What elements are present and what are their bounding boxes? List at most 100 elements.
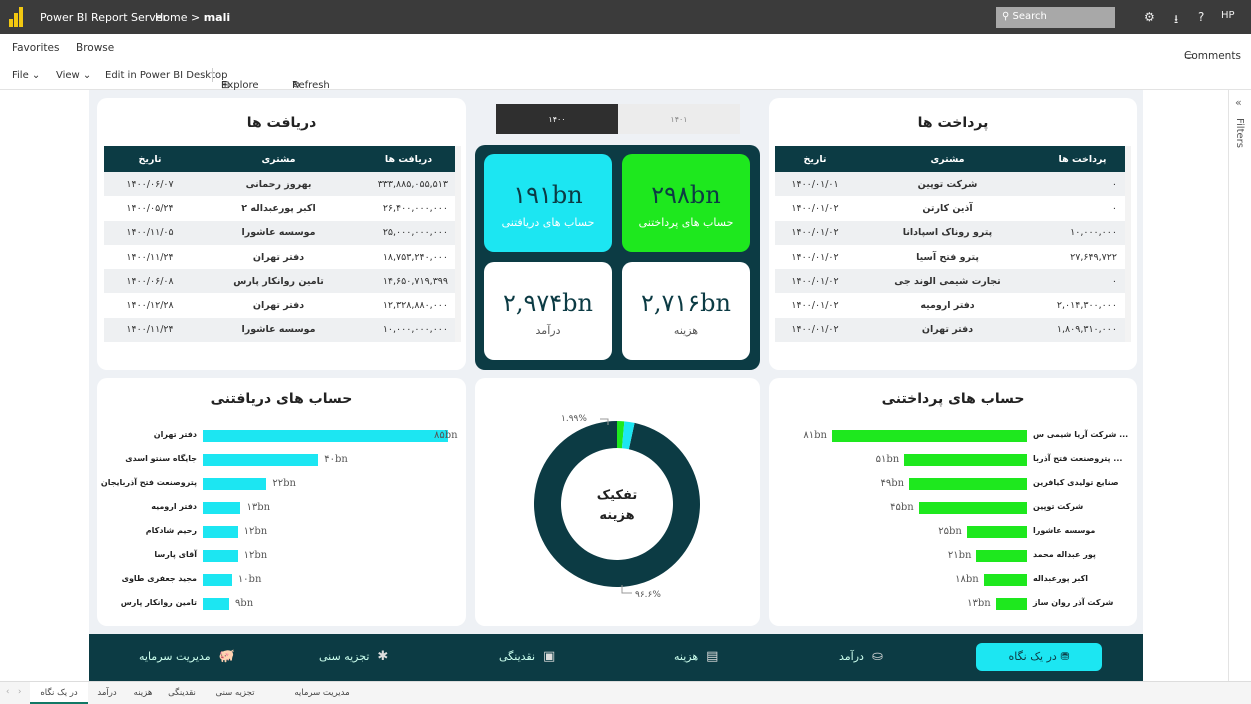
table-row[interactable]: ۱۴۰۰/۰۵/۲۴ اکبر پورعبداله ۲ ۲۶,۴۰۰,۰۰۰,۰۰۰ — [104, 196, 456, 220]
bar[interactable] — [203, 526, 238, 538]
bar[interactable] — [909, 478, 1027, 490]
breadcrumb-home[interactable]: Home — [155, 11, 187, 24]
nav-expense[interactable]: هزینه ▤ — [674, 649, 718, 664]
year-tab-1400[interactable]: ۱۴۰۰ — [496, 104, 618, 134]
table-row[interactable]: ۱۴۰۰/۰۱/۰۱ شرکت توپین ۰ — [775, 172, 1125, 197]
bar[interactable] — [983, 574, 1027, 586]
col-customer[interactable]: مشتری — [855, 154, 1040, 165]
amount-cell: ۱,۸۰۹,۳۱۰,۰۰۰ — [1056, 324, 1117, 336]
favorites-link[interactable]: Favorites — [12, 42, 59, 54]
bar-category-label: شرکت آریا شیمی س ... — [1033, 430, 1129, 439]
table-row[interactable]: ۱۴۰۰/۰۱/۰۲ دفتر ارومیه ۲,۰۱۴,۳۰۰,۰۰۰ — [775, 293, 1125, 317]
bar[interactable] — [832, 430, 1027, 442]
table-row[interactable]: ۱۴۰۰/۰۱/۰۲ پترو روناک اسپادانا ۱۰,۰۰۰,۰۰۰ — [775, 220, 1125, 245]
paid-scrollbar[interactable] — [1125, 146, 1131, 342]
table-row[interactable]: ۱۴۰۰/۰۶/۰۷ بهروز رحمانی ۳۳۳,۸۸۵,۰۵۵,۵۱۳ — [104, 172, 456, 197]
collapse-pane-icon[interactable]: « — [1235, 96, 1242, 109]
bar-category-label: صنایع تولیدی کیافرین — [1033, 478, 1119, 487]
table-row[interactable]: ۱۴۰۰/۱۲/۲۸ دفتر تهران ۱۲,۳۲۸,۸۸۰,۰۰۰ — [104, 293, 456, 317]
page-tab-income[interactable]: درآمد — [90, 682, 124, 704]
nav-liquidity[interactable]: نقدینگی ▣ — [499, 649, 555, 664]
app-title[interactable]: Power BI Report Server — [40, 11, 167, 24]
bar[interactable] — [966, 526, 1027, 538]
help-icon[interactable]: ? — [1198, 10, 1204, 24]
page-tab-liquidity[interactable]: نقدینگی — [162, 682, 202, 704]
kpi-panel: ۱۹۱bn حساب های دریافتنی ۲۹۸bn حساب های پ… — [475, 145, 760, 370]
nav-income-label: درآمد — [839, 650, 864, 663]
page-tab-capital[interactable]: مدیریت سرمایه — [268, 682, 376, 704]
piggy-bank-icon: 🐖 — [218, 649, 235, 664]
prev-page-icon[interactable]: ‹ — [6, 687, 9, 697]
kpi-receivable-label: حساب های دریافتنی — [501, 216, 595, 229]
customer-cell: پترو روناک اسپادانا — [902, 227, 993, 239]
donut-center-label-1: تفکیک — [597, 488, 637, 503]
page-tab-glance[interactable]: در یک نگاه — [30, 682, 88, 704]
nav-glance-button[interactable]: در یک نگاه ⛃ — [976, 643, 1102, 671]
bar[interactable] — [918, 502, 1027, 514]
filters-label[interactable]: Filters — [1234, 118, 1245, 148]
bar[interactable] — [976, 550, 1027, 562]
nav-capital[interactable]: مدیریت سرمایه 🐖 — [139, 649, 235, 664]
col-customer[interactable]: مشتری — [196, 154, 361, 165]
bar-category-label: پتروصنعت فتح آذربایجان — [100, 478, 197, 487]
view-menu[interactable]: View ⌄ — [56, 70, 91, 81]
date-cell: ۱۴۰۰/۰۱/۰۲ — [791, 251, 839, 263]
user-menu[interactable]: HP — [1221, 10, 1235, 21]
bar-category-label: دفتر تهران — [153, 430, 197, 439]
amount-cell: ۱۸,۷۵۳,۲۴۰,۰۰۰ — [382, 251, 448, 263]
table-row[interactable]: ۱۴۰۰/۱۱/۲۴ دفتر تهران ۱۸,۷۵۳,۲۴۰,۰۰۰ — [104, 245, 456, 269]
bar-category-label: رحیم شادکام — [145, 526, 197, 535]
next-page-icon[interactable]: › — [18, 687, 21, 697]
table-row[interactable]: ۱۴۰۰/۱۱/۰۵ موسسه عاشورا ۲۵,۰۰۰,۰۰۰,۰۰۰ — [104, 220, 456, 245]
table-row[interactable]: ۱۴۰۰/۰۱/۰۲ دفتر تهران ۱,۸۰۹,۳۱۰,۰۰۰ — [775, 317, 1125, 343]
bar[interactable] — [203, 574, 232, 586]
bar-value-label: ۹bn — [234, 598, 254, 609]
amount-cell: ۱۰,۰۰۰,۰۰۰ — [1070, 227, 1117, 239]
breadcrumb: Home > mali — [155, 11, 230, 24]
bar[interactable] — [203, 502, 241, 514]
table-row[interactable]: ۱۴۰۰/۰۶/۰۸ تامین روانکار پارس ۱۴,۶۵۰,۷۱۹,۳… — [104, 269, 456, 294]
table-row[interactable]: ۱۴۰۰/۰۱/۰۲ آذین کارتن ۰ — [775, 196, 1125, 220]
nav-income[interactable]: درآمد ⛀ — [839, 649, 883, 664]
customer-cell: دفتر تهران — [252, 300, 305, 312]
person-icon: ✱ — [377, 649, 389, 664]
page-tab-aging[interactable]: تجزیه سنی — [204, 682, 266, 704]
toolbar-divider — [212, 68, 213, 82]
table-row[interactable]: ۱۴۰۰/۱۱/۲۴ موسسه عاشورا ۱۰,۰۰۰,۰۰۰,۰۰۰ — [104, 317, 456, 343]
search-input[interactable]: ⚲ Search — [996, 7, 1115, 28]
page-tab-expense[interactable]: هزینه — [126, 682, 160, 704]
bar-value-label: ۲۱bn — [947, 550, 972, 561]
kpi-payable: ۲۹۸bn حساب های پرداختنی — [622, 154, 750, 252]
bar-value-label: ۱۲bn — [243, 550, 268, 561]
table-row[interactable]: ۱۴۰۰/۰۱/۰۲ پترو فتح آسیا ۲۷,۶۴۹,۷۲۲ — [775, 245, 1125, 269]
bar-value-label: ۵۱bn — [875, 454, 900, 465]
col-paid[interactable]: پرداخت ها — [1040, 154, 1125, 165]
edit-in-desktop-button[interactable]: Edit in Power BI Desktop — [105, 70, 227, 81]
amount-cell: ۳۳۳,۸۸۵,۰۵۵,۵۱۳ — [377, 178, 448, 190]
bar[interactable] — [203, 430, 448, 442]
nav-aging[interactable]: تجزیه سنی ✱ — [319, 649, 388, 664]
bar[interactable] — [203, 550, 238, 562]
filters-pane[interactable]: « — [1228, 90, 1251, 681]
file-menu[interactable]: File ⌄ — [12, 70, 40, 81]
settings-icon[interactable]: ⚙ — [1144, 10, 1155, 24]
received-scrollbar[interactable] — [455, 146, 461, 342]
customer-cell: بهروز رحمانی — [245, 178, 312, 190]
col-received[interactable]: دریافت ها — [361, 154, 456, 165]
bar[interactable] — [203, 454, 319, 466]
col-date[interactable]: تاریخ — [104, 154, 196, 165]
bar[interactable] — [995, 598, 1027, 610]
col-date[interactable]: تاریخ — [775, 154, 855, 165]
bar[interactable] — [904, 454, 1027, 466]
amount-cell: ۲,۰۱۴,۳۰۰,۰۰۰ — [1056, 300, 1117, 312]
page-tabs-bar: ‹ › در یک نگاه درآمد هزینه نقدینگی تجزیه… — [0, 681, 1251, 704]
bar[interactable] — [203, 478, 267, 490]
bar[interactable] — [203, 598, 229, 610]
paid-table: تاریخ مشتری پرداخت ها ۱۴۰۰/۰۱/۰۱ شرکت توپ… — [775, 146, 1125, 343]
table-row[interactable]: ۱۴۰۰/۰۱/۰۲ تجارت شیمی الوند جی ۰ — [775, 269, 1125, 294]
browse-link[interactable]: Browse — [76, 42, 114, 54]
download-icon[interactable]: ⭳ — [1174, 10, 1178, 31]
date-cell: ۱۴۰۰/۰۵/۲۴ — [126, 202, 174, 214]
customer-cell: شرکت توپین — [917, 178, 978, 190]
year-tab-1401[interactable]: ۱۴۰۱ — [618, 104, 740, 134]
